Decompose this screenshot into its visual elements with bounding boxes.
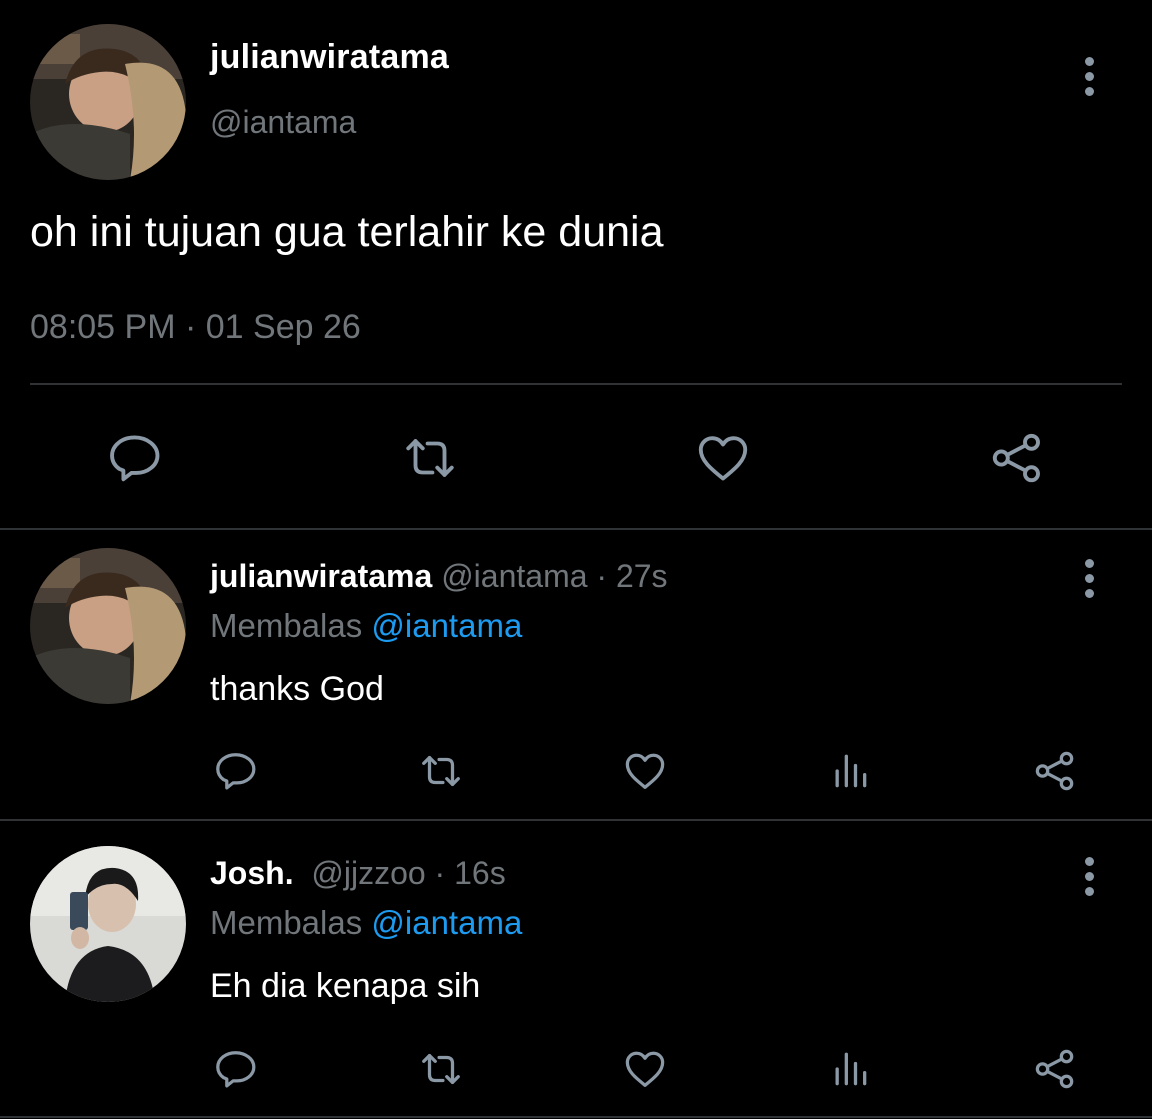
share-icon [992,433,1040,483]
share-button[interactable] [984,426,1050,490]
tweet-time: 08:05 PM [30,308,176,346]
like-button[interactable] [618,746,672,796]
like-icon [625,1051,665,1087]
retweet-button[interactable] [412,746,470,796]
more-options-icon[interactable] [1079,857,1099,896]
share-button[interactable] [1028,1044,1082,1094]
like-icon [625,753,665,789]
views-icon [835,1052,867,1086]
reply-button[interactable] [100,426,170,490]
tweet-text: oh ini tujuan gua terlahir ke dunia [30,208,664,256]
tweet-date: 01 Sep 26 [205,308,361,346]
share-button[interactable] [1028,746,1082,796]
reply-header: Josh. @jjzzoo · 16s [210,855,506,892]
mention-link[interactable]: @iantama [371,904,522,941]
reply-button[interactable] [208,746,264,796]
divider [30,383,1122,385]
divider [0,528,1152,530]
reply-icon [216,1051,256,1088]
divider [0,819,1152,821]
reply-icon [216,753,256,790]
handle[interactable]: @iantama [210,104,356,141]
reply-icon [110,435,160,482]
reply-text: Eh dia kenapa sih [210,967,481,1005]
like-icon [698,436,748,481]
retweet-icon [422,755,460,787]
divider [0,1116,1152,1118]
avatar[interactable] [30,846,186,1002]
reply-time: 27s [615,558,668,594]
retweet-icon [422,1053,460,1085]
replying-to: Membalas @iantama [210,904,522,942]
reply-button[interactable] [208,1044,264,1094]
replying-label: Membalas [210,607,372,644]
retweet-icon [406,439,454,477]
share-icon [1035,751,1074,791]
avatar[interactable] [30,24,186,180]
replying-label: Membalas [210,904,372,941]
dot-separator: · [425,855,455,891]
more-options-icon[interactable] [1079,57,1099,96]
handle[interactable]: @iantama [441,558,587,594]
like-button[interactable] [690,426,756,490]
views-icon [835,754,867,788]
reply-time: 16s [454,855,506,891]
reply-text: thanks God [210,670,384,708]
reply-header: julianwiratama @iantama · 27s [210,558,668,595]
dot-separator: · [587,558,616,594]
views-button[interactable] [824,746,876,796]
display-name[interactable]: julianwiratama [210,38,449,77]
mention-link[interactable]: @iantama [371,607,522,644]
share-icon [1035,1049,1074,1089]
like-button[interactable] [618,1044,672,1094]
timestamp-separator: · [175,308,206,346]
handle[interactable]: @jjzzoo [311,855,425,891]
replying-to: Membalas @iantama [210,607,522,645]
retweet-button[interactable] [394,426,466,490]
tweet-timestamp: 08:05 PM · 01 Sep 26 [30,308,361,347]
display-name[interactable]: julianwiratama [210,558,432,594]
display-name[interactable]: Josh. [210,855,294,891]
views-button[interactable] [824,1044,876,1094]
retweet-button[interactable] [412,1044,470,1094]
avatar[interactable] [30,548,186,704]
more-options-icon[interactable] [1079,559,1099,598]
